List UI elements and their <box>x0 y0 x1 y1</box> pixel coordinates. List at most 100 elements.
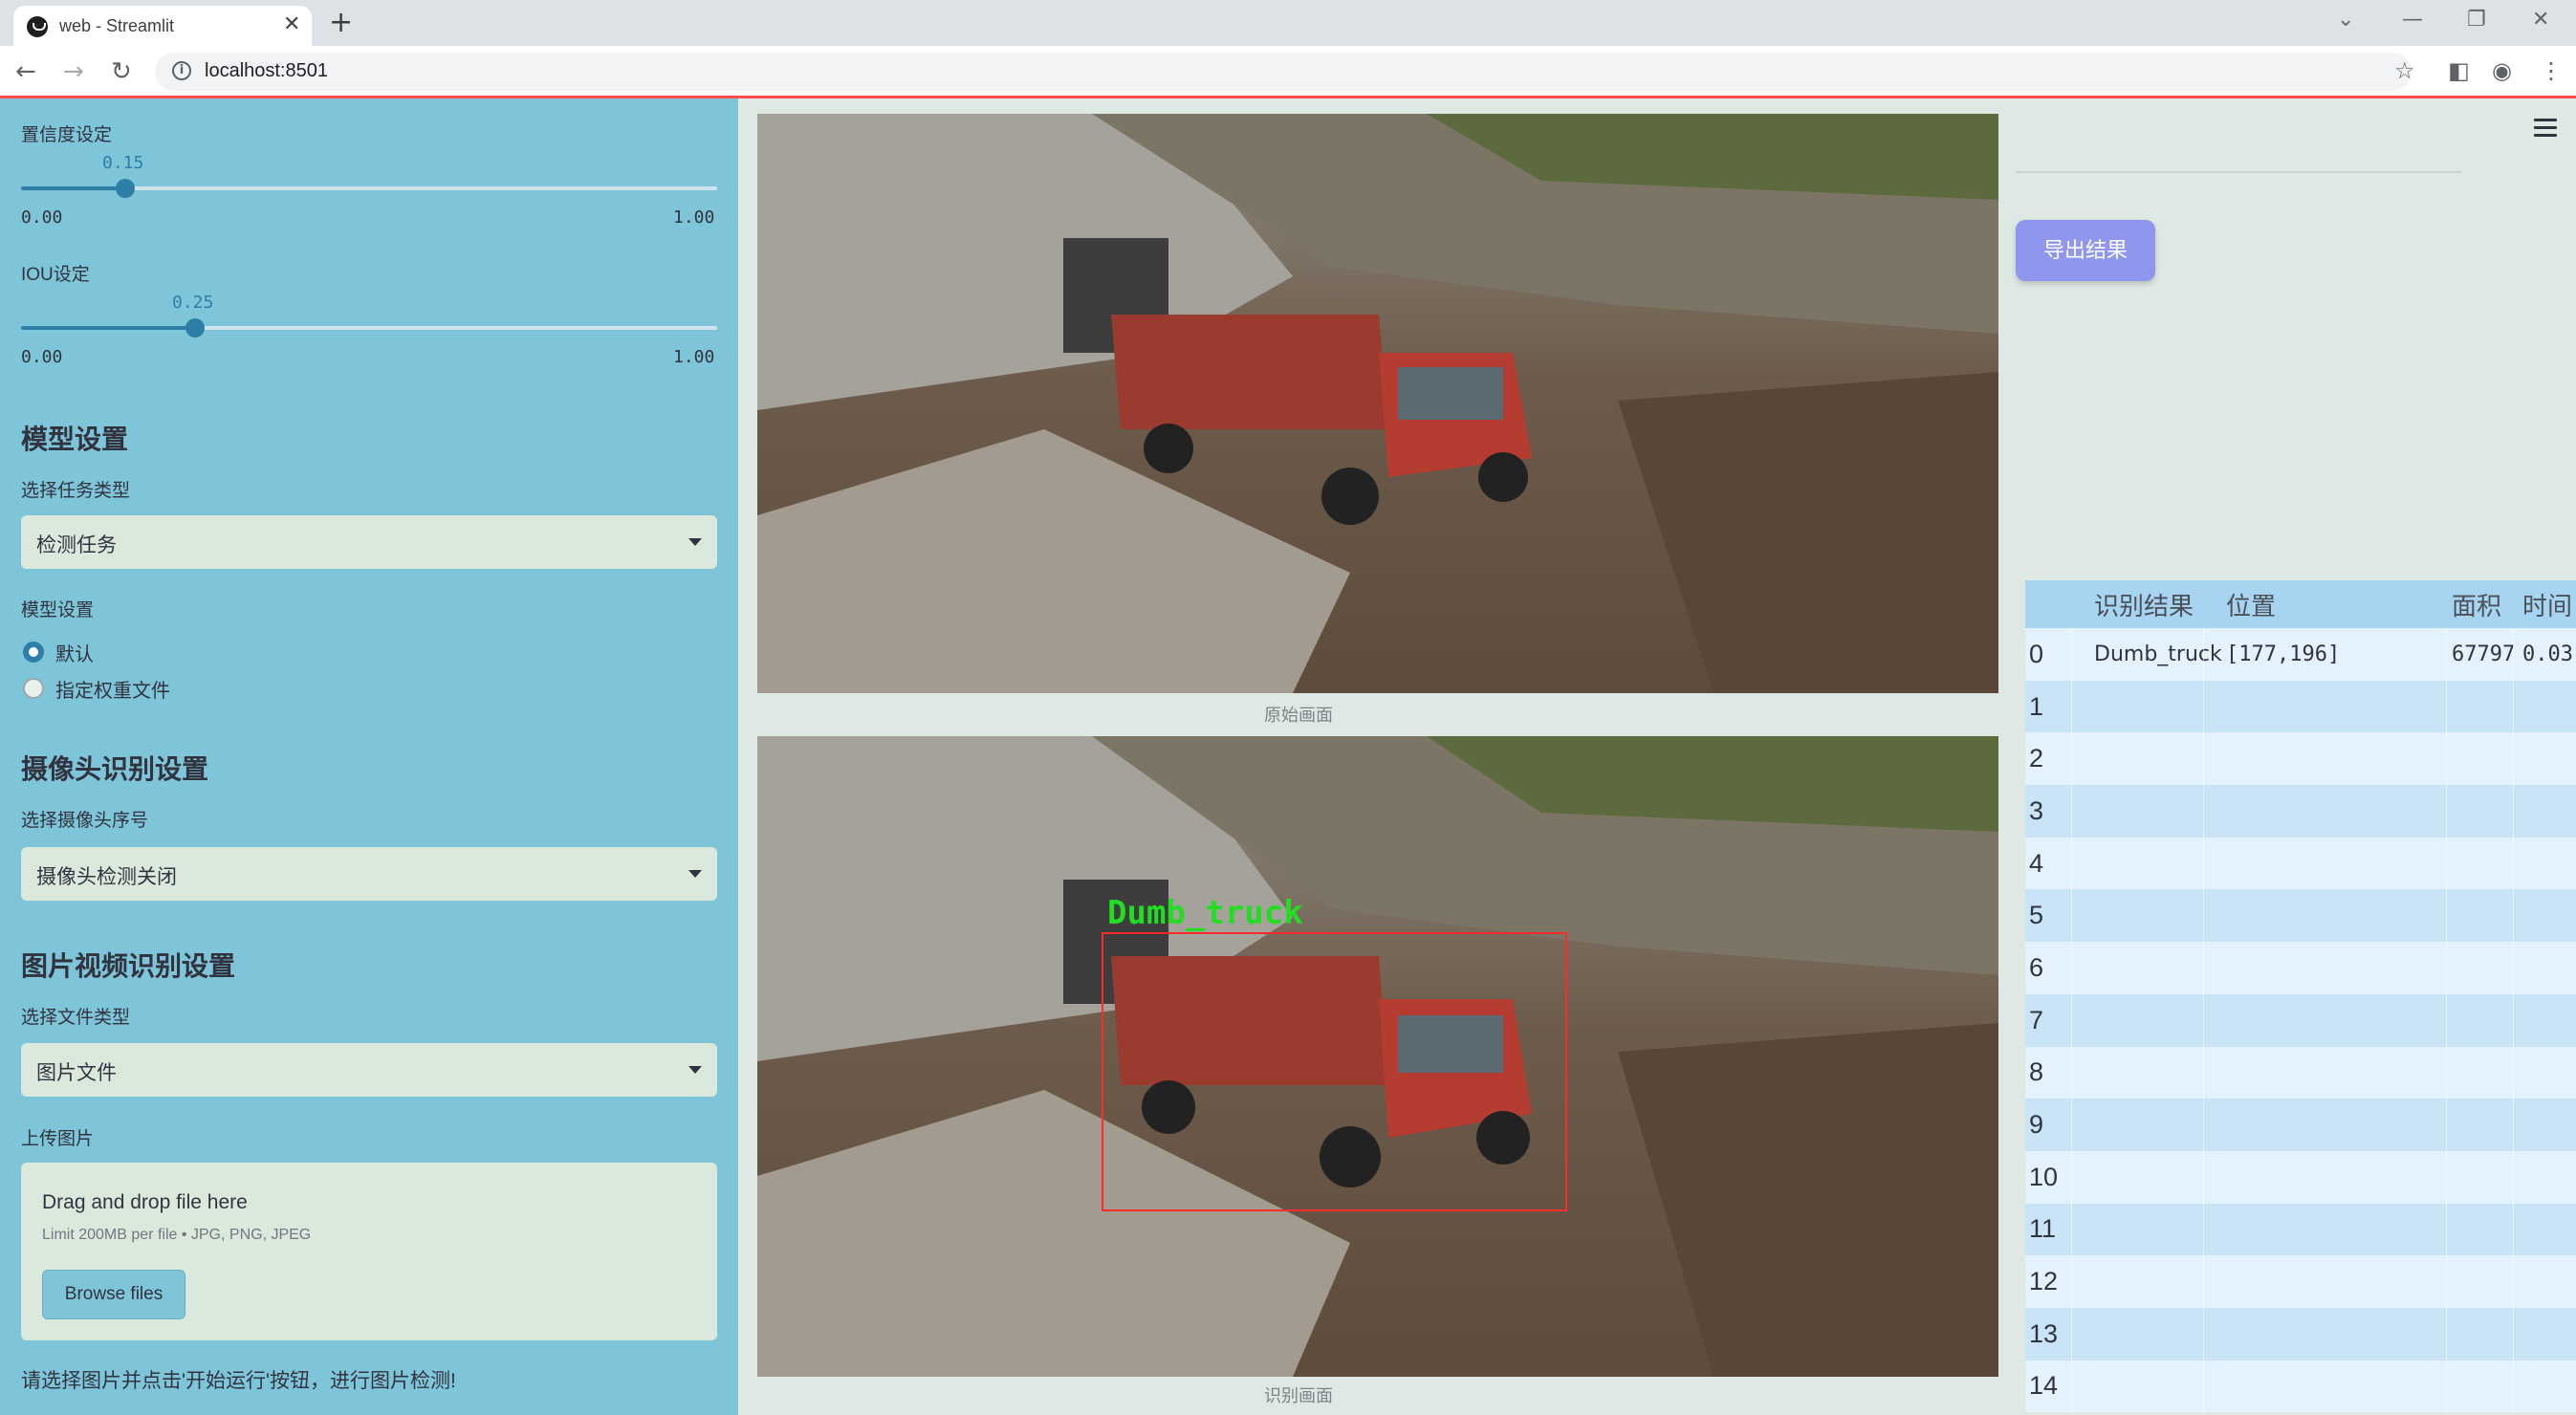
column-separator <box>2513 628 2514 681</box>
confidence-slider[interactable] <box>21 179 717 198</box>
row-result <box>2071 1204 2203 1256</box>
row-result <box>2071 785 2203 838</box>
row-index: 14 <box>2029 1371 2059 1401</box>
column-separator <box>2513 1307 2514 1361</box>
chevron-down-icon <box>688 870 702 878</box>
original-caption: 原始画面 <box>1264 706 1333 725</box>
original-image-canvas <box>757 114 1998 693</box>
row-index: 4 <box>2029 848 2044 878</box>
header-area[interactable]: 面积 <box>2446 580 2513 628</box>
radio-custom-weights[interactable] <box>23 678 44 699</box>
table-row[interactable]: 8 <box>2025 1046 2576 1099</box>
address-bar[interactable]: i localhost:8501 <box>155 53 2412 91</box>
row-time <box>2513 681 2576 733</box>
column-separator <box>2446 942 2447 994</box>
camera-index-select[interactable]: 摄像头检测关闭 <box>21 847 717 901</box>
radio-default-label[interactable]: 默认 <box>55 639 94 666</box>
row-result <box>2071 994 2203 1047</box>
site-info-icon[interactable]: i <box>172 61 191 80</box>
row-area <box>2446 1308 2513 1361</box>
header-time[interactable]: 时间 <box>2513 580 2576 628</box>
row-position <box>2203 1204 2446 1256</box>
camera-index-value: 摄像头检测关闭 <box>36 866 177 888</box>
file-type-select[interactable]: 图片文件 <box>21 1043 717 1097</box>
browser-tab[interactable]: web - Streamlit ✕ <box>13 6 312 46</box>
camera-settings-heading: 摄像头识别设置 <box>21 754 209 784</box>
table-row[interactable]: 7 <box>2025 993 2576 1047</box>
table-row[interactable]: 3 <box>2025 785 2576 838</box>
table-row[interactable]: 14 <box>2025 1360 2576 1413</box>
browser-menu-icon[interactable]: ⋮ <box>2540 57 2563 84</box>
table-row[interactable]: 5 <box>2025 889 2576 943</box>
table-row[interactable]: 4 <box>2025 837 2576 890</box>
header-position[interactable]: 位置 <box>2203 580 2446 628</box>
row-result <box>2071 1099 2203 1151</box>
row-result <box>2071 942 2203 994</box>
column-separator <box>2513 889 2514 943</box>
task-type-select[interactable]: 检测任务 <box>21 515 717 569</box>
column-separator <box>2513 1360 2514 1413</box>
result-image: Dumb_truck <box>757 736 1998 1377</box>
column-separator <box>2203 889 2204 943</box>
iou-min: 0.00 <box>21 347 63 367</box>
table-row[interactable]: 12 <box>2025 1255 2576 1308</box>
row-time <box>2513 1099 2576 1151</box>
row-result <box>2071 838 2203 890</box>
column-separator <box>2446 628 2447 681</box>
column-separator <box>2203 1360 2204 1413</box>
column-separator <box>2513 942 2514 994</box>
column-separator <box>2446 1203 2447 1256</box>
browse-files-button[interactable]: Browse files <box>42 1270 186 1319</box>
new-tab-icon[interactable]: + <box>329 6 353 39</box>
reload-icon[interactable]: ↻ <box>111 57 132 86</box>
model-settings-heading: 模型设置 <box>21 424 129 454</box>
row-result <box>2071 1151 2203 1204</box>
results-table[interactable]: 识别结果 位置 面积 时间 0 Dumb_truck [177,196] 67797 0… <box>2025 580 2576 1413</box>
close-tab-icon[interactable]: ✕ <box>283 12 300 36</box>
upload-label: 上传图片 <box>21 1129 95 1149</box>
table-row[interactable]: 0 Dumb_truck [177,196] 67797 0.03 <box>2025 628 2576 681</box>
confidence-slider-thumb[interactable] <box>116 179 135 198</box>
restore-icon[interactable]: ❐ <box>2467 8 2486 32</box>
streamlit-favicon-icon <box>27 16 48 37</box>
header-result[interactable]: 识别结果 <box>2071 580 2203 628</box>
window-close-icon[interactable]: ✕ <box>2532 8 2549 32</box>
row-area <box>2446 942 2513 994</box>
file-dropzone[interactable]: Drag and drop file here Limit 200MB per … <box>21 1163 717 1340</box>
column-separator <box>2203 1099 2204 1151</box>
table-row[interactable]: 13 <box>2025 1307 2576 1361</box>
bookmark-star-icon[interactable]: ☆ <box>2394 57 2415 84</box>
column-separator <box>2203 993 2204 1047</box>
hamburger-menu-icon[interactable] <box>2534 119 2557 142</box>
table-row[interactable]: 6 <box>2025 942 2576 994</box>
table-row[interactable]: 9 <box>2025 1099 2576 1151</box>
row-position <box>2203 1151 2446 1204</box>
media-settings-heading: 图片视频识别设置 <box>21 951 236 981</box>
table-row[interactable]: 1 <box>2025 680 2576 733</box>
column-separator <box>2071 628 2072 681</box>
column-separator <box>2513 837 2514 890</box>
export-results-button[interactable]: 导出结果 <box>2016 220 2155 281</box>
profile-avatar-icon[interactable]: ◉ <box>2492 57 2512 84</box>
iou-value: 0.25 <box>172 293 214 313</box>
row-index: 11 <box>2029 1214 2057 1244</box>
minimize-icon[interactable]: — <box>2402 8 2423 32</box>
back-icon[interactable]: ← <box>15 57 36 86</box>
table-row[interactable]: 11 <box>2025 1203 2576 1256</box>
radio-custom-weights-label[interactable]: 指定权重文件 <box>55 675 170 703</box>
iou-slider[interactable] <box>21 318 717 337</box>
confidence-label: 置信度设定 <box>21 125 113 145</box>
table-row[interactable]: 2 <box>2025 732 2576 786</box>
browser-toolbar: ← → ↻ i localhost:8501 ☆ ◧ ◉ ⋮ <box>0 46 2576 98</box>
forward-icon[interactable]: → <box>63 57 84 86</box>
sidebar: 置信度设定 0.15 0.00 1.00 IOU设定 0.25 0.00 1.0… <box>0 98 738 1415</box>
side-panel-icon[interactable]: ◧ <box>2448 57 2470 84</box>
row-position <box>2203 994 2446 1047</box>
iou-slider-thumb[interactable] <box>186 318 205 337</box>
tab-search-icon[interactable]: ⌄ <box>2337 8 2354 32</box>
row-time <box>2513 1308 2576 1361</box>
row-position <box>2203 681 2446 733</box>
table-row[interactable]: 10 <box>2025 1150 2576 1204</box>
radio-default[interactable] <box>23 642 44 663</box>
row-index: 5 <box>2029 901 2044 930</box>
